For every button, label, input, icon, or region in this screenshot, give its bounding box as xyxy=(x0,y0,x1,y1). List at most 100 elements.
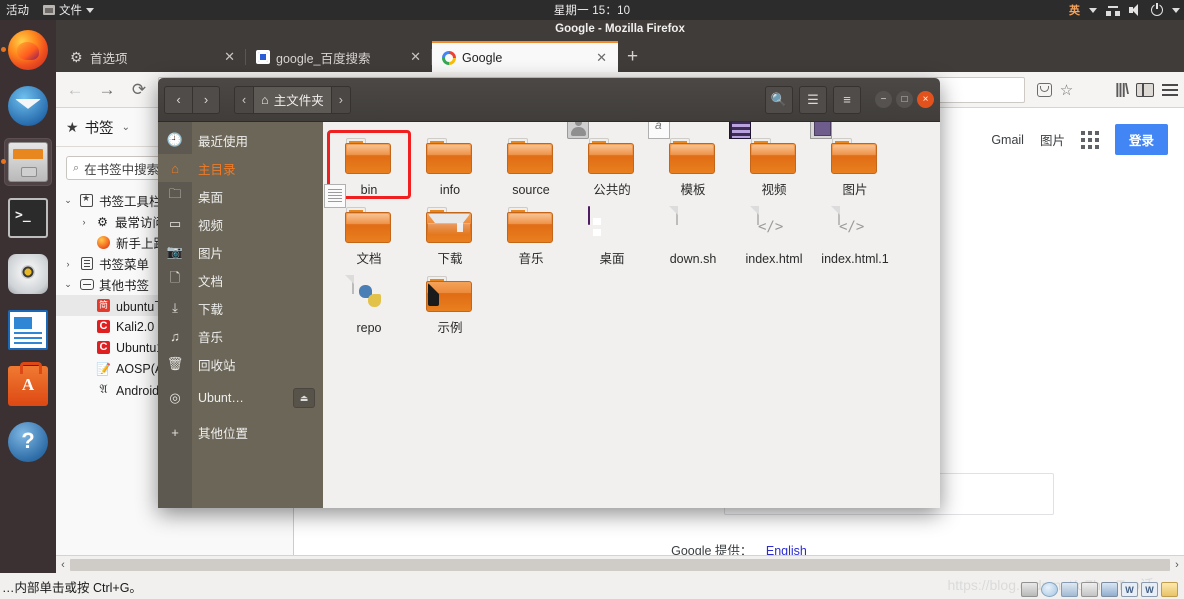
system-clock[interactable]: 星期一 15：10 xyxy=(0,2,1184,18)
maximize-button[interactable]: □ xyxy=(896,91,913,108)
word-icon[interactable]: W xyxy=(1141,582,1158,597)
dock-item-terminal[interactable] xyxy=(4,194,52,242)
scroll-left-arrow[interactable]: ‹ xyxy=(56,559,70,571)
forward-button[interactable]: → xyxy=(94,77,120,103)
volume-icon[interactable] xyxy=(1101,582,1118,597)
close-icon[interactable]: ✕ xyxy=(221,49,238,65)
volume-icon[interactable] xyxy=(1129,4,1142,16)
path-scroll-right[interactable]: › xyxy=(331,85,351,114)
thunderbird-icon xyxy=(8,86,48,126)
sidebar-item-pictures[interactable]: 📷 图片 xyxy=(158,238,323,266)
file-grid: bin info source 公共的 a 模板 视频 图片 文档 下载 音乐 … xyxy=(324,122,934,335)
horizontal-scrollbar[interactable]: ‹ › xyxy=(56,555,1184,573)
dock-item-thunderbird[interactable] xyxy=(4,82,52,130)
files-forward-button[interactable]: › xyxy=(192,85,220,114)
scrollbar-thumb[interactable] xyxy=(70,558,1170,571)
hamburger-icon[interactable] xyxy=(1162,83,1178,96)
file-item-info[interactable]: info xyxy=(410,132,490,197)
tab-preferences[interactable]: 首选项 ✕ xyxy=(60,42,246,72)
close-icon[interactable]: ✕ xyxy=(407,49,424,65)
network-icon[interactable] xyxy=(1106,5,1120,16)
html-file-icon: </> xyxy=(831,206,879,249)
dock-item-files[interactable] xyxy=(1,138,52,186)
tab-title: google_百度搜索 xyxy=(276,51,371,66)
power-icon[interactable] xyxy=(1151,3,1163,16)
library-icon[interactable]: |||\ xyxy=(1115,81,1129,98)
reload-button[interactable]: ⟳ xyxy=(126,77,152,103)
file-item-desktop[interactable]: 桌面 xyxy=(572,201,652,266)
chevron-down-icon[interactable]: ⌄ xyxy=(122,122,130,133)
sidebar-item-downloads[interactable]: ⤓ 下载 xyxy=(158,294,323,322)
path-crumb-home[interactable]: ⌂ 主文件夹 xyxy=(254,85,332,114)
dock-item-ubuntu-software[interactable] xyxy=(4,362,52,410)
sidebar-item-other-locations[interactable]: + 其他位置 xyxy=(158,418,323,446)
file-item-repo[interactable]: repo xyxy=(329,270,409,335)
new-tab-button[interactable]: + xyxy=(618,46,647,72)
pocket-icon[interactable] xyxy=(1036,82,1052,97)
folder-icon[interactable] xyxy=(1161,582,1178,597)
globe-icon[interactable] xyxy=(1041,582,1058,597)
file-item-index-html[interactable]: </> index.html xyxy=(734,201,814,266)
twisty-icon[interactable]: › xyxy=(62,259,74,269)
file-item-index-html-1[interactable]: </> index.html.1 xyxy=(815,201,895,266)
sidebar-item-trash[interactable]: 🗑 回收站 xyxy=(158,350,323,378)
file-item-public[interactable]: 公共的 xyxy=(567,122,652,197)
files-icon xyxy=(8,142,48,182)
dock-item-rhythmbox[interactable] xyxy=(4,250,52,298)
folder-icon xyxy=(345,138,393,180)
word-icon[interactable]: W xyxy=(1121,582,1138,597)
chevron-down-icon xyxy=(1089,7,1097,13)
file-item-examples-link[interactable]: 示例 xyxy=(410,270,490,335)
file-item-templates[interactable]: 模板 xyxy=(648,122,733,197)
path-scroll-left[interactable]: ‹ xyxy=(234,85,255,114)
signin-button[interactable]: 登录 xyxy=(1114,124,1168,155)
search-icon[interactable]: 🔍 xyxy=(765,85,793,114)
music-icon: ♫ xyxy=(170,328,180,344)
file-item-downloads[interactable]: 下载 xyxy=(410,201,490,266)
eject-icon[interactable]: ⏏ xyxy=(293,388,315,408)
activities-button[interactable]: 活动 xyxy=(6,2,29,18)
file-item-source[interactable]: source xyxy=(491,132,571,197)
sidebar-item-ubuntu-disc[interactable]: ◎ Ubunt… ⏏ xyxy=(158,384,323,412)
apps-grid-icon[interactable] xyxy=(1080,130,1099,149)
images-link[interactable]: 图片 xyxy=(1040,130,1065,149)
minimize-button[interactable]: − xyxy=(875,91,892,108)
printer-icon[interactable] xyxy=(1021,582,1038,597)
chevron-down-icon[interactable] xyxy=(1172,7,1180,13)
file-item-down-sh[interactable]: down.sh xyxy=(653,201,733,266)
dock-item-libreoffice-writer[interactable] xyxy=(4,306,52,354)
twisty-icon[interactable]: › xyxy=(78,217,90,227)
network-icon[interactable] xyxy=(1061,582,1078,597)
file-item-documents[interactable]: 文档 xyxy=(324,184,409,266)
back-button[interactable]: ← xyxy=(62,77,88,103)
sidebar-item-home[interactable]: ⌂ 主目录 xyxy=(158,154,323,182)
tab-google[interactable]: Google ✕ xyxy=(432,41,618,72)
close-button[interactable]: × xyxy=(917,91,934,108)
sidebar-item-music[interactable]: ♫ 音乐 xyxy=(158,322,323,350)
hamburger-icon[interactable]: ≡ xyxy=(833,85,861,114)
launcher-dock xyxy=(0,20,56,599)
sidebar-item-recent[interactable]: 🕘 最近使用 xyxy=(158,126,323,154)
file-item-music[interactable]: 音乐 xyxy=(491,201,571,266)
files-icon-view[interactable]: bin info source 公共的 a 模板 视频 图片 文档 下载 音乐 … xyxy=(323,122,940,508)
list-view-icon[interactable]: ☰ xyxy=(799,85,827,114)
tab-baidu-search[interactable]: google_百度搜索 ✕ xyxy=(246,42,432,72)
dock-item-help[interactable] xyxy=(4,418,52,466)
twisty-icon[interactable]: ⌄ xyxy=(62,279,74,290)
sidebar-item-documents[interactable]: 🗋 文档 xyxy=(158,266,323,294)
sidebar-toggle-icon[interactable] xyxy=(1136,82,1154,97)
scroll-right-arrow[interactable]: › xyxy=(1170,559,1184,571)
sidebar-item-desktop[interactable]: 🗀 桌面 xyxy=(158,182,323,210)
sidebar-item-videos[interactable]: ▭ 视频 xyxy=(158,210,323,238)
gmail-link[interactable]: Gmail xyxy=(991,133,1024,147)
print-queue-icon[interactable] xyxy=(1081,582,1098,597)
files-back-button[interactable]: ‹ xyxy=(164,85,192,114)
ime-indicator[interactable]: 英 xyxy=(1069,2,1080,18)
dock-item-firefox[interactable] xyxy=(1,26,52,74)
file-item-pictures[interactable]: 图片 xyxy=(810,122,895,197)
file-item-videos[interactable]: 视频 xyxy=(729,122,814,197)
close-icon[interactable]: ✕ xyxy=(593,50,610,66)
bookmark-star-icon[interactable]: ☆ xyxy=(1060,81,1073,99)
app-menu-files[interactable]: 文件 xyxy=(43,2,94,18)
twisty-icon[interactable]: ⌄ xyxy=(62,195,74,206)
